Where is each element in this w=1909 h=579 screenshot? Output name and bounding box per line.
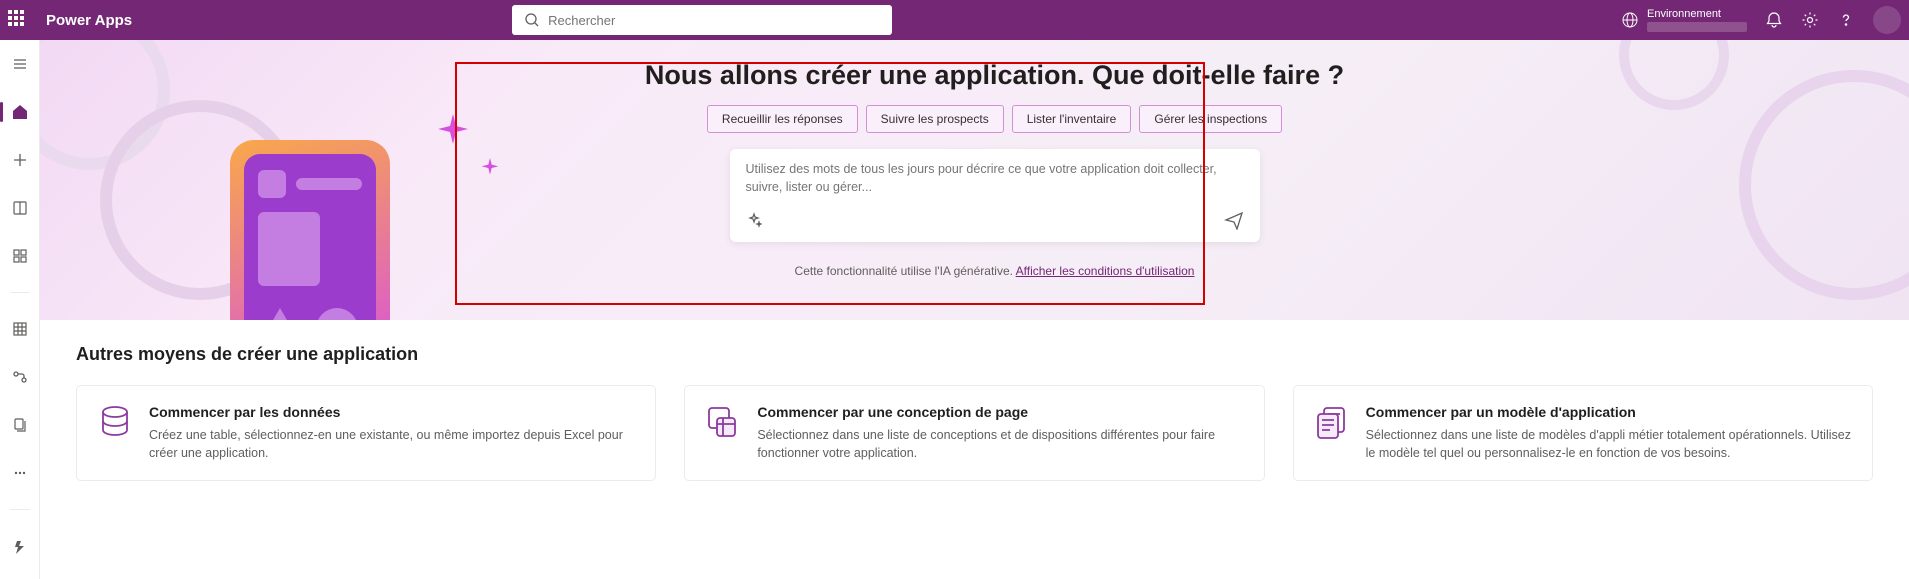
globe-icon bbox=[1621, 11, 1639, 29]
table-icon bbox=[12, 321, 28, 337]
gear-icon bbox=[1801, 11, 1819, 29]
card-desc: Sélectionnez dans une liste de modèles d… bbox=[1366, 426, 1852, 462]
layout-icon bbox=[705, 404, 741, 440]
suggestion-chip[interactable]: Gérer les inspections bbox=[1139, 105, 1282, 133]
ai-prompt-box bbox=[730, 149, 1260, 242]
help-button[interactable] bbox=[1837, 11, 1855, 29]
card-start-with-data[interactable]: Commencer par les données Créez une tabl… bbox=[76, 385, 656, 481]
hamburger-icon bbox=[12, 56, 28, 72]
other-ways-section: Autres moyens de créer une application C… bbox=[40, 320, 1909, 505]
environment-name-redacted bbox=[1647, 22, 1747, 32]
nav-more[interactable] bbox=[4, 457, 36, 489]
plus-icon bbox=[12, 152, 28, 168]
template-icon bbox=[1314, 404, 1350, 440]
suggestion-chip[interactable]: Suivre les prospects bbox=[866, 105, 1004, 133]
main-content: Nous allons créer une application. Que d… bbox=[40, 40, 1909, 579]
nav-learn[interactable] bbox=[4, 192, 36, 224]
nav-home[interactable] bbox=[4, 96, 36, 128]
hero-footer-text: Cette fonctionnalité utilise l'IA généra… bbox=[460, 264, 1529, 278]
send-icon[interactable] bbox=[1224, 210, 1244, 230]
settings-button[interactable] bbox=[1801, 11, 1819, 29]
hamburger-toggle[interactable] bbox=[4, 48, 36, 80]
waffle-icon[interactable] bbox=[8, 10, 28, 30]
ai-prompt-input[interactable] bbox=[746, 161, 1244, 201]
search-box[interactable] bbox=[512, 5, 892, 35]
decorative-circle bbox=[1619, 40, 1729, 110]
home-icon bbox=[11, 103, 29, 121]
database-icon bbox=[97, 404, 133, 440]
top-bar: Power Apps Environnement bbox=[0, 0, 1909, 40]
terms-link[interactable]: Afficher les conditions d'utilisation bbox=[1016, 264, 1195, 278]
search-icon bbox=[524, 12, 540, 28]
book-icon bbox=[12, 200, 28, 216]
nav-flows[interactable] bbox=[4, 361, 36, 393]
environment-switcher[interactable]: Environnement bbox=[1621, 8, 1747, 31]
hero-section: Nous allons créer une application. Que d… bbox=[40, 40, 1909, 320]
user-avatar[interactable] bbox=[1873, 6, 1901, 34]
environment-label: Environnement bbox=[1647, 8, 1747, 21]
apps-icon bbox=[12, 248, 28, 264]
nav-apps[interactable] bbox=[4, 240, 36, 272]
nav-tables[interactable] bbox=[4, 313, 36, 345]
solutions-icon bbox=[12, 417, 28, 433]
card-desc: Créez une table, sélectionnez-en une exi… bbox=[149, 426, 635, 462]
suggestion-chip[interactable]: Recueillir les réponses bbox=[707, 105, 858, 133]
sparkle-icon[interactable] bbox=[746, 212, 762, 228]
hero-title: Nous allons créer une application. Que d… bbox=[460, 60, 1529, 91]
card-title: Commencer par une conception de page bbox=[757, 404, 1243, 420]
notifications-button[interactable] bbox=[1765, 11, 1783, 29]
question-icon bbox=[1837, 11, 1855, 29]
search-input[interactable] bbox=[548, 13, 880, 28]
card-start-with-page-design[interactable]: Commencer par une conception de page Sél… bbox=[684, 385, 1264, 481]
brand-title: Power Apps bbox=[46, 12, 132, 29]
suggestion-chip[interactable]: Lister l'inventaire bbox=[1012, 105, 1132, 133]
left-rail bbox=[0, 40, 40, 579]
more-icon bbox=[12, 465, 28, 481]
nav-solutions[interactable] bbox=[4, 409, 36, 441]
flow-icon bbox=[12, 369, 28, 385]
section-title: Autres moyens de créer une application bbox=[76, 344, 1873, 365]
card-title: Commencer par les données bbox=[149, 404, 635, 420]
card-start-with-template[interactable]: Commencer par un modèle d'application Sé… bbox=[1293, 385, 1873, 481]
card-desc: Sélectionnez dans une liste de conceptio… bbox=[757, 426, 1243, 462]
powerplatform-icon bbox=[12, 538, 28, 554]
card-title: Commencer par un modèle d'application bbox=[1366, 404, 1852, 420]
decorative-phone-illustration bbox=[230, 140, 390, 320]
bell-icon bbox=[1765, 11, 1783, 29]
decorative-circle bbox=[1739, 70, 1909, 300]
nav-create[interactable] bbox=[4, 144, 36, 176]
nav-powerplatform[interactable] bbox=[4, 530, 36, 562]
